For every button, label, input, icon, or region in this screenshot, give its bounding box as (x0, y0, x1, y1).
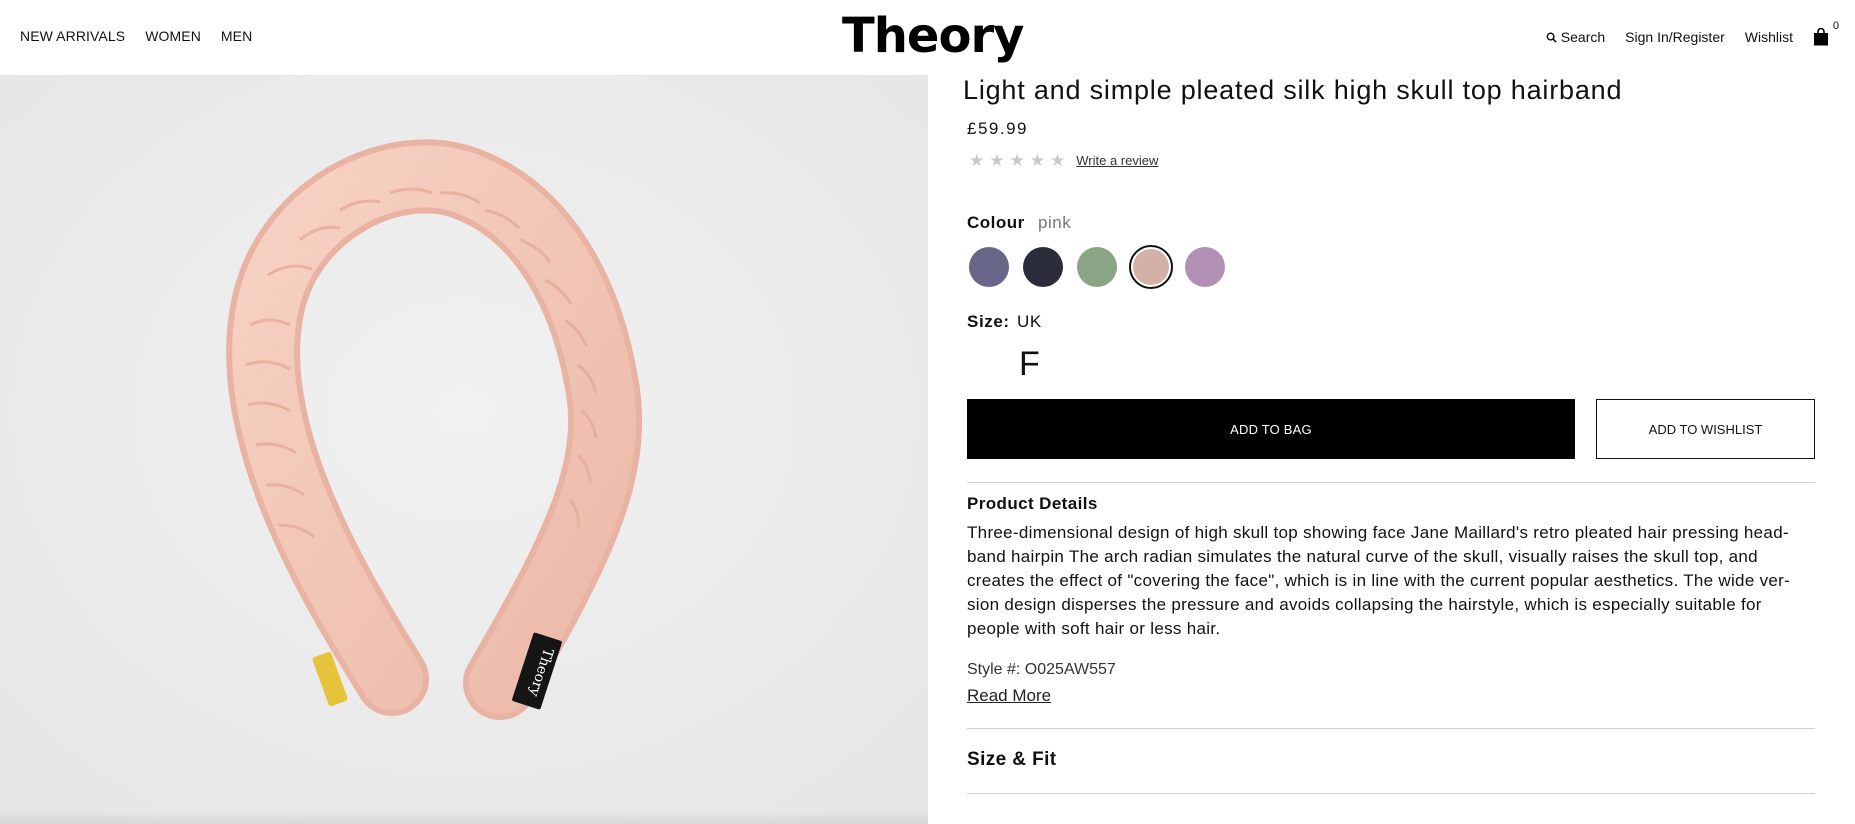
style-number: Style #: O025AW557 (967, 661, 1116, 678)
product-description: Three-dimensional design of high skull t… (967, 523, 1791, 638)
colour-swatch-1[interactable] (967, 245, 1011, 289)
star-icon: ★ (1029, 151, 1045, 170)
size-system: UK (1017, 312, 1042, 331)
colour-row: Colour pink (967, 213, 1071, 233)
hairband-illustration: Theory (0, 75, 928, 824)
write-review-link[interactable]: Write a review (1076, 153, 1158, 168)
divider (967, 728, 1815, 729)
colour-swatch-5[interactable] (1183, 245, 1227, 289)
size-row: Size: UK (967, 312, 1042, 332)
divider (967, 482, 1815, 483)
divider (967, 793, 1815, 794)
utility-nav: Search Sign In/Register Wishlist 0 (1546, 20, 1839, 46)
swatch-colour-dot (1133, 249, 1169, 285)
star-icon: ★ (989, 151, 1005, 170)
star-icon: ★ (969, 151, 985, 170)
colour-value: pink (1038, 213, 1072, 232)
colour-swatch-3[interactable] (1075, 245, 1119, 289)
star-icon: ★ (1009, 151, 1025, 170)
product-price: £59.99 (967, 119, 1028, 138)
colour-label: Colour (967, 213, 1025, 232)
colour-swatch-2[interactable] (1021, 245, 1065, 289)
nav-men[interactable]: MEN (221, 28, 252, 44)
search-label: Search (1560, 29, 1606, 45)
read-more-link[interactable]: Read More (967, 686, 1051, 706)
wishlist-link[interactable]: Wishlist (1745, 29, 1793, 45)
colour-swatch-4[interactable] (1129, 245, 1173, 289)
shopping-bag-button[interactable]: 0 (1813, 20, 1839, 46)
site-header: NEW ARRIVALS WOMEN MEN Theory Search Sig… (0, 0, 1855, 75)
brand-logo[interactable]: Theory (842, 8, 1024, 64)
swatch-colour-dot (1185, 247, 1225, 287)
swatch-colour-dot (1023, 247, 1063, 287)
size-fit-accordion[interactable]: Size & Fit (967, 749, 1057, 771)
rating-row: ★ ★ ★ ★ ★ Write a review (969, 152, 1158, 169)
search-button[interactable]: Search (1546, 29, 1605, 45)
size-label: Size: (967, 312, 1010, 331)
product-title: Light and simple pleated silk high skull… (963, 75, 1623, 105)
star-icon: ★ (1050, 151, 1066, 170)
swatch-colour-dot (1077, 247, 1117, 287)
bag-count: 0 (1832, 20, 1839, 32)
add-to-wishlist-button[interactable]: ADD TO WISHLIST (1596, 399, 1815, 459)
signin-link[interactable]: Sign In/Register (1625, 29, 1725, 45)
nav-women[interactable]: WOMEN (145, 28, 201, 44)
product-details-heading: Product Details (967, 494, 1098, 513)
search-icon (1546, 32, 1557, 43)
nav-new-arrivals[interactable]: NEW ARRIVALS (20, 28, 125, 44)
swatch-colour-dot (969, 247, 1009, 287)
size-option-f[interactable]: F (1019, 345, 1040, 384)
colour-swatches (967, 245, 1227, 289)
add-to-bag-button[interactable]: ADD TO BAG (967, 399, 1575, 459)
shopping-bag-icon (1814, 27, 1828, 46)
product-image: Theory (0, 75, 928, 824)
primary-nav: NEW ARRIVALS WOMEN MEN (20, 28, 252, 44)
